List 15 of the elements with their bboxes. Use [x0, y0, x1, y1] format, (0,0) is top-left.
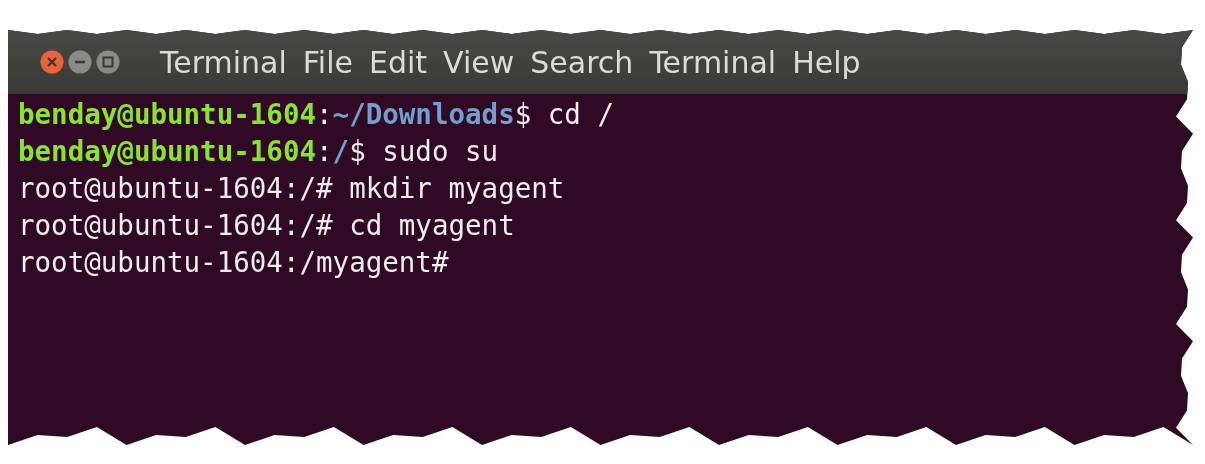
- terminal-line: benday@ubuntu-1604:~/Downloads$ cd /: [18, 97, 616, 132]
- menu-item[interactable]: Search: [530, 39, 634, 85]
- menu-item[interactable]: Edit: [369, 39, 428, 85]
- menu-item[interactable]: View: [443, 39, 515, 85]
- menu-item[interactable]: Terminal: [649, 39, 777, 85]
- terminal-line: root@ubuntu-1604:/myagent#: [18, 245, 450, 280]
- menu-item[interactable]: Help: [792, 39, 861, 85]
- terminal-line: root@ubuntu-1604:/# cd myagent: [18, 208, 516, 243]
- app-name: Terminal: [160, 43, 287, 82]
- terminal-line: benday@ubuntu-1604:/$ sudo su: [18, 134, 500, 169]
- maximize-icon[interactable]: [96, 50, 120, 74]
- minimize-icon[interactable]: [68, 50, 92, 74]
- close-icon[interactable]: [40, 50, 64, 74]
- terminal-line: root@ubuntu-1604:/# mkdir myagent: [18, 171, 566, 206]
- menu-item[interactable]: File: [302, 39, 353, 85]
